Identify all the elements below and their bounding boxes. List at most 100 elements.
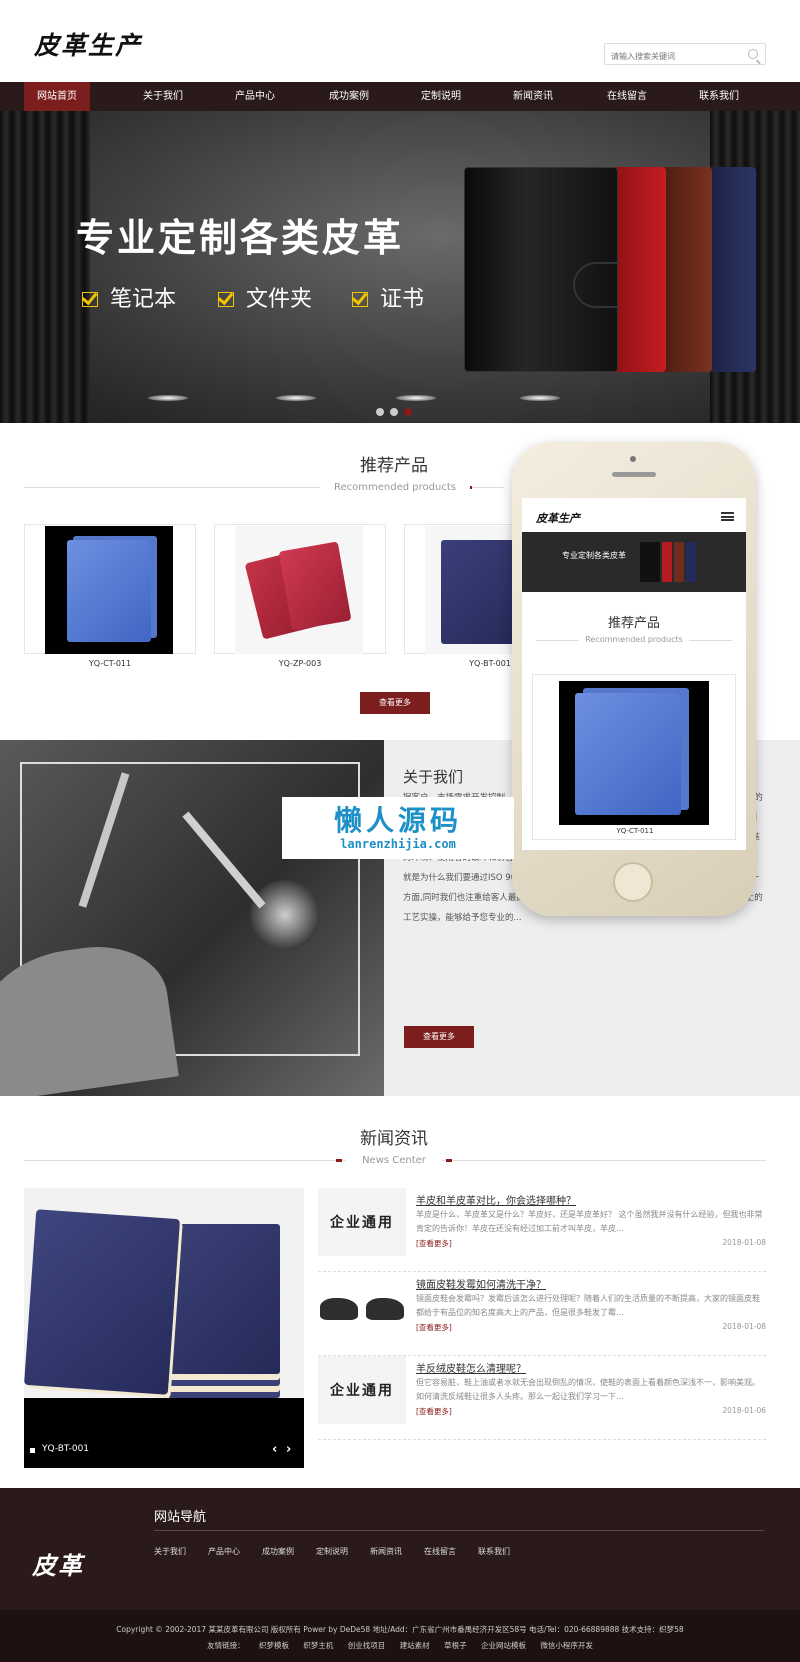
news-featured-caption: YQ-BT-001 xyxy=(42,1444,90,1454)
search-icon[interactable] xyxy=(748,49,758,59)
news-more-link[interactable]: [查看更多] xyxy=(416,1322,452,1333)
friend-link[interactable]: 建站素材 xyxy=(400,1641,430,1650)
search-input[interactable] xyxy=(605,46,735,67)
watermark-title: 懒人源码 xyxy=(333,804,462,837)
phone-logo: 皮革生产 xyxy=(536,512,580,525)
banner-title: 专业定制各类皮革 xyxy=(76,216,405,260)
about-title: 关于我们 xyxy=(403,768,464,786)
footer-link-products[interactable]: 产品中心 xyxy=(208,1546,240,1557)
phone-screen: 皮革生产 专业定制各类皮革 推荐产品 Recommended products … xyxy=(522,498,746,850)
banner-feature: 证书 xyxy=(352,281,424,313)
slide-dot[interactable] xyxy=(390,408,398,416)
stage-light xyxy=(520,395,560,401)
news-title-link[interactable]: 镜面皮鞋发霉如何清洗干净？ xyxy=(416,1276,546,1291)
news-date: 2018-01-06 xyxy=(722,1406,766,1415)
phone-camera xyxy=(630,456,636,462)
banner-feature: 笔记本 xyxy=(82,281,176,313)
watermark: 懒人源码 lanrenzhijia.com xyxy=(282,797,514,859)
curtain-left xyxy=(0,111,90,423)
nav-item-message[interactable]: 在线留言 xyxy=(594,82,660,111)
news-thumb: 企业通用 xyxy=(318,1356,406,1424)
footer: 皮革 网站导航 关于我们 产品中心 成功案例 定制说明 新闻资讯 在线留言 联系… xyxy=(0,1488,800,1662)
menu-icon[interactable] xyxy=(721,512,734,521)
stage-light xyxy=(396,395,436,401)
news-desc: 镜面皮鞋会发霉吗？发霉后该怎么进行处理呢？随着人们的生活质量的不断提高，大家的镜… xyxy=(416,1294,760,1317)
product-card[interactable] xyxy=(24,524,196,654)
phone-section-title: 推荐产品 xyxy=(607,616,660,631)
friend-link[interactable]: 织梦主机 xyxy=(303,1641,333,1650)
footer-link-cases[interactable]: 成功案例 xyxy=(262,1546,294,1557)
news-thumb xyxy=(318,1272,406,1340)
red-folder-image xyxy=(612,167,666,372)
about-photo xyxy=(0,740,384,1096)
footer-link-news[interactable]: 新闻资讯 xyxy=(370,1546,402,1557)
black-folder-image xyxy=(464,167,619,372)
news-item[interactable]: 企业通用 羊反绒皮鞋怎么清理呢？ 但它容易脏，鞋上油或者水就无会出现倒乱的情况，… xyxy=(318,1356,766,1440)
news-title-link[interactable]: 羊皮和羊皮革对比，你会选择哪种？ xyxy=(416,1192,576,1207)
brown-folder-image xyxy=(660,167,712,372)
nav-item-products[interactable]: 产品中心 xyxy=(222,82,288,111)
news-date: 2018-01-08 xyxy=(722,1322,766,1331)
slide-dot-active[interactable] xyxy=(404,408,412,416)
products-more-button[interactable]: 查看更多 xyxy=(360,692,430,714)
footer-link-message[interactable]: 在线留言 xyxy=(424,1546,456,1557)
product-card[interactable] xyxy=(214,524,386,654)
copyright: Copyright © 2002-2017 某某皮革有限公司 版权所有 Powe… xyxy=(116,1625,684,1634)
footer-divider xyxy=(154,1530,764,1531)
hero-banner[interactable]: 专业定制各类皮革 笔记本 文件夹 证书 xyxy=(0,111,800,423)
news-more-link[interactable]: [查看更多] xyxy=(416,1406,452,1417)
footer-link-custom[interactable]: 定制说明 xyxy=(316,1546,348,1557)
news-title: 新闻资讯 xyxy=(360,1129,428,1149)
friend-links: 友情链接： 织梦模板 织梦主机 创业找项目 建站素材 草根子 企业网站模板 微信… xyxy=(0,1640,800,1651)
phone-home-button xyxy=(613,862,653,902)
nav-item-home[interactable]: 网站首页 xyxy=(24,82,90,111)
phone-mockup: 皮革生产 专业定制各类皮革 推荐产品 Recommended products … xyxy=(512,442,756,916)
news-featured-caption-bar: YQ-BT-001 ‹ › xyxy=(24,1398,304,1468)
site-logo[interactable]: 皮革生产 xyxy=(34,26,142,62)
nav-item-contact[interactable]: 联系我们 xyxy=(686,82,752,111)
nav-item-custom[interactable]: 定制说明 xyxy=(408,82,474,111)
news-item[interactable]: 镜面皮鞋发霉如何清洗干净？ 镜面皮鞋会发霉吗？发霉后该怎么进行处理呢？随着人们的… xyxy=(318,1272,766,1356)
header: 皮革生产 xyxy=(0,0,800,82)
footer-link-contact[interactable]: 联系我们 xyxy=(478,1546,510,1557)
footer-link-about[interactable]: 关于我们 xyxy=(154,1546,186,1557)
product-label[interactable]: YQ-ZP-003 xyxy=(214,659,386,668)
next-arrow-icon[interactable]: › xyxy=(286,1442,291,1457)
stage-light xyxy=(276,395,316,401)
stage-light xyxy=(148,395,188,401)
news-thumb: 企业通用 xyxy=(318,1188,406,1256)
friend-link[interactable]: 织梦模板 xyxy=(259,1641,289,1650)
search-box[interactable] xyxy=(604,43,766,67)
navy-folder-image xyxy=(706,167,756,372)
footer-nav-title: 网站导航 xyxy=(154,1510,207,1525)
caption-bullet-icon xyxy=(30,1448,35,1453)
friend-link[interactable]: 微信小程序开发 xyxy=(540,1641,593,1650)
news-date: 2018-01-08 xyxy=(722,1238,766,1247)
friend-link[interactable]: 创业找项目 xyxy=(348,1641,386,1650)
news-item[interactable]: 企业通用 羊皮和羊皮革对比，你会选择哪种？ 羊皮是什么，羊皮革又是什么？羊皮好，… xyxy=(318,1188,766,1272)
footer-logo[interactable]: 皮革 xyxy=(32,1546,84,1581)
news-desc: 但它容易脏，鞋上油或者水就无会出现倒乱的情况，使鞋的表面上看着颜色深浅不一，影响… xyxy=(416,1378,760,1401)
slide-dot[interactable] xyxy=(376,408,384,416)
phone-banner: 专业定制各类皮革 xyxy=(522,532,746,592)
friend-link[interactable]: 草根子 xyxy=(444,1641,467,1650)
nav-item-about[interactable]: 关于我们 xyxy=(130,82,196,111)
news-subtitle: News Center xyxy=(346,1155,442,1166)
nav-item-cases[interactable]: 成功案例 xyxy=(316,82,382,111)
product-image xyxy=(235,526,363,654)
phone-product-card[interactable]: YQ-CT-011 xyxy=(532,674,736,840)
product-label[interactable]: YQ-CT-011 xyxy=(24,659,196,668)
about-more-button[interactable]: 查看更多 xyxy=(404,1026,474,1048)
phone-product-label: YQ-CT-011 xyxy=(616,827,654,835)
news-title-link[interactable]: 羊反绒皮鞋怎么清理呢？ xyxy=(416,1360,526,1375)
news-more-link[interactable]: [查看更多] xyxy=(416,1238,452,1249)
footer-bottom xyxy=(0,1610,800,1662)
friend-link[interactable]: 企业网站模板 xyxy=(481,1641,526,1650)
check-icon xyxy=(352,290,370,307)
divider-mark xyxy=(336,1159,342,1162)
phone-speaker xyxy=(612,472,656,477)
nav-item-news[interactable]: 新闻资讯 xyxy=(500,82,566,111)
products-subtitle: Recommended products xyxy=(320,482,470,493)
check-icon xyxy=(218,290,236,307)
prev-arrow-icon[interactable]: ‹ xyxy=(272,1442,277,1457)
